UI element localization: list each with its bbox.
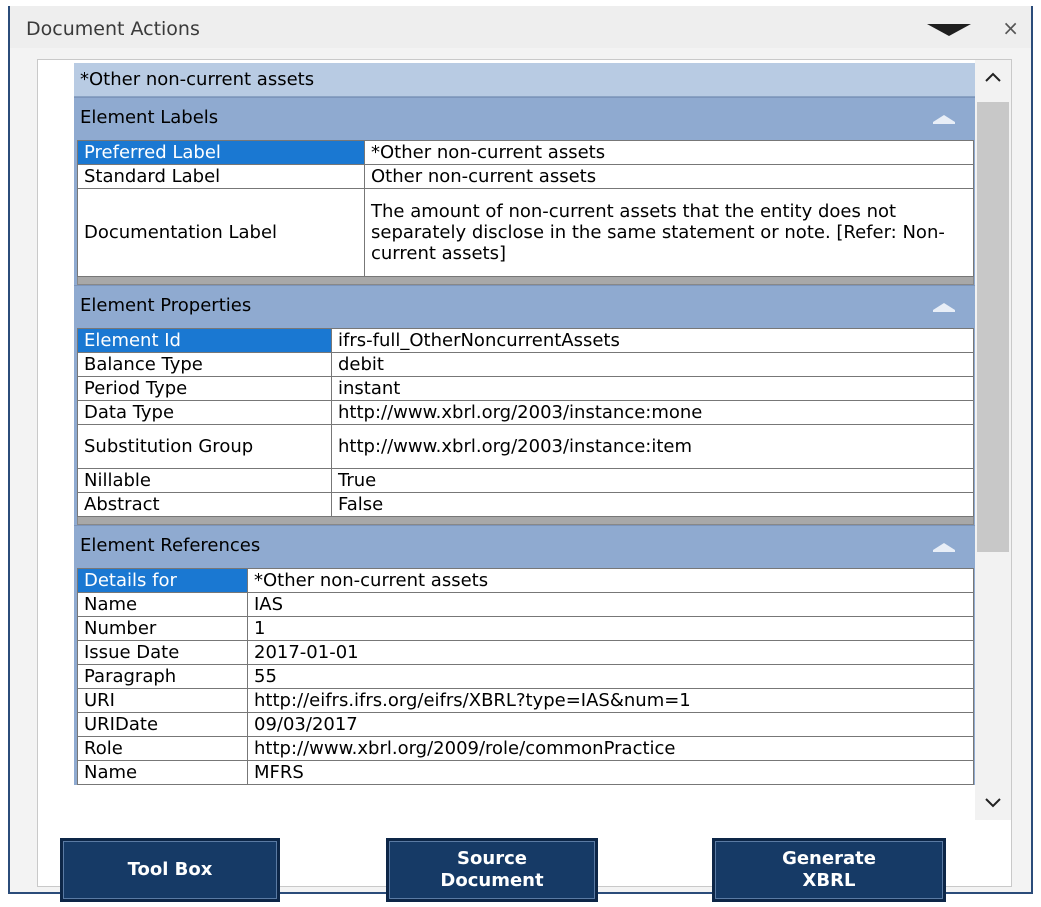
chevron-up-icon[interactable] bbox=[985, 72, 1001, 82]
button-label-line1: Source bbox=[457, 848, 527, 869]
pane-title: Document Actions bbox=[26, 18, 200, 40]
row-value[interactable]: instant bbox=[331, 376, 974, 401]
button-label-line1: Generate bbox=[782, 848, 876, 869]
row-value[interactable]: debit bbox=[331, 352, 974, 377]
section-element-references[interactable]: Element References bbox=[74, 525, 977, 565]
row-key[interactable]: Balance Type bbox=[77, 352, 332, 377]
row-key[interactable]: Number bbox=[77, 616, 248, 641]
row-key[interactable]: Nillable bbox=[77, 468, 332, 493]
row-value[interactable]: 55 bbox=[247, 664, 974, 689]
row-value[interactable]: http://www.xbrl.org/2003/instance:item bbox=[331, 424, 974, 469]
properties-table-wrap: Element Id ifrs-full_OtherNoncurrentAsse… bbox=[74, 325, 977, 525]
row-key[interactable]: Issue Date bbox=[77, 640, 248, 665]
pane-titlebar: Document Actions × bbox=[10, 6, 1031, 48]
row-value[interactable]: http://www.xbrl.org/2003/instance:mone bbox=[331, 400, 974, 425]
collapse-up-icon[interactable] bbox=[933, 543, 955, 552]
table-row[interactable]: URIDate 09/03/2017 bbox=[77, 712, 974, 737]
section-element-properties[interactable]: Element Properties bbox=[74, 285, 977, 325]
details-scroll-area[interactable]: *Other non-current assets Element Labels… bbox=[74, 63, 977, 823]
row-value[interactable]: The amount of non-current assets that th… bbox=[364, 188, 974, 277]
scrollbar-thumb[interactable] bbox=[977, 102, 1009, 552]
row-value[interactable]: MFRS bbox=[247, 760, 974, 785]
chevron-down-icon[interactable] bbox=[985, 798, 1001, 808]
row-value[interactable]: False bbox=[331, 492, 974, 517]
source-document-button[interactable]: Source Document bbox=[386, 838, 598, 902]
button-label-line2: XBRL bbox=[802, 870, 856, 891]
row-value[interactable]: http://www.xbrl.org/2009/role/commonPrac… bbox=[247, 736, 974, 761]
row-key[interactable]: Abstract bbox=[77, 492, 332, 517]
row-key[interactable]: Data Type bbox=[77, 400, 332, 425]
row-value[interactable]: 2017-01-01 bbox=[247, 640, 974, 665]
table-row[interactable]: Role http://www.xbrl.org/2009/role/commo… bbox=[77, 736, 974, 761]
table-row[interactable]: Issue Date 2017-01-01 bbox=[77, 640, 974, 665]
table-row[interactable]: Number 1 bbox=[77, 616, 974, 641]
section-title: Element Labels bbox=[80, 107, 219, 128]
section-title: Element Properties bbox=[80, 295, 252, 316]
row-value[interactable]: IAS bbox=[247, 592, 974, 617]
table-scrollbar[interactable] bbox=[77, 517, 974, 525]
row-key[interactable]: Name bbox=[77, 760, 248, 785]
references-table: Details for *Other non-current assets Na… bbox=[77, 568, 974, 785]
button-label-line2: Document bbox=[440, 870, 544, 891]
table-row[interactable]: Documentation Label The amount of non-cu… bbox=[77, 188, 974, 277]
element-name-header: *Other non-current assets bbox=[74, 63, 977, 97]
row-key[interactable]: Role bbox=[77, 736, 248, 761]
row-key[interactable]: Paragraph bbox=[77, 664, 248, 689]
row-key[interactable]: URI bbox=[77, 688, 248, 713]
table-row[interactable]: Details for *Other non-current assets bbox=[77, 568, 974, 593]
table-row[interactable]: Standard Label Other non-current assets bbox=[77, 164, 974, 189]
table-row[interactable]: URI http://eifrs.ifrs.org/eifrs/XBRL?typ… bbox=[77, 688, 974, 713]
row-key[interactable]: Standard Label bbox=[77, 164, 365, 189]
row-key[interactable]: URIDate bbox=[77, 712, 248, 737]
table-row[interactable]: Abstract False bbox=[77, 492, 974, 517]
labels-table: Preferred Label *Other non-current asset… bbox=[77, 140, 974, 277]
row-value[interactable]: True bbox=[331, 468, 974, 493]
collapse-up-icon[interactable] bbox=[933, 115, 955, 124]
table-scrollbar[interactable] bbox=[77, 277, 974, 285]
tool-box-button[interactable]: Tool Box bbox=[60, 838, 280, 902]
row-value[interactable]: *Other non-current assets bbox=[247, 568, 974, 593]
section-element-labels[interactable]: Element Labels bbox=[74, 97, 977, 137]
table-row[interactable]: Name IAS bbox=[77, 592, 974, 617]
row-key[interactable]: Details for bbox=[77, 568, 248, 593]
row-key[interactable]: Preferred Label bbox=[77, 140, 365, 165]
generate-xbrl-button[interactable]: Generate XBRL bbox=[712, 838, 946, 902]
row-value[interactable]: http://eifrs.ifrs.org/eifrs/XBRL?type=IA… bbox=[247, 688, 974, 713]
row-value[interactable]: Other non-current assets bbox=[364, 164, 974, 189]
references-table-wrap: Details for *Other non-current assets Na… bbox=[74, 565, 977, 785]
table-row[interactable]: Name MFRS bbox=[77, 760, 974, 785]
chevron-down-icon[interactable] bbox=[927, 24, 971, 36]
button-label: Tool Box bbox=[127, 859, 213, 880]
row-key[interactable]: Period Type bbox=[77, 376, 332, 401]
table-row[interactable]: Nillable True bbox=[77, 468, 974, 493]
table-row[interactable]: Substitution Group http://www.xbrl.org/2… bbox=[77, 424, 974, 469]
document-actions-pane: Document Actions × *Other non-current as… bbox=[8, 6, 1033, 902]
collapse-up-icon[interactable] bbox=[933, 303, 955, 312]
row-key[interactable]: Substitution Group bbox=[77, 424, 332, 469]
vertical-scrollbar[interactable] bbox=[975, 60, 1011, 820]
table-row[interactable]: Preferred Label *Other non-current asset… bbox=[77, 140, 974, 165]
close-icon[interactable]: × bbox=[1002, 16, 1019, 40]
section-title: Element References bbox=[80, 535, 261, 556]
row-key[interactable]: Element Id bbox=[77, 328, 332, 353]
table-row[interactable]: Balance Type debit bbox=[77, 352, 974, 377]
labels-table-wrap: Preferred Label *Other non-current asset… bbox=[74, 137, 977, 285]
row-value[interactable]: 1 bbox=[247, 616, 974, 641]
element-details-panel: *Other non-current assets Element Labels… bbox=[37, 59, 1012, 902]
properties-table: Element Id ifrs-full_OtherNoncurrentAsse… bbox=[77, 328, 974, 517]
row-key[interactable]: Name bbox=[77, 592, 248, 617]
table-row[interactable]: Data Type http://www.xbrl.org/2003/insta… bbox=[77, 400, 974, 425]
table-row[interactable]: Element Id ifrs-full_OtherNoncurrentAsse… bbox=[77, 328, 974, 353]
table-row[interactable]: Paragraph 55 bbox=[77, 664, 974, 689]
row-value[interactable]: ifrs-full_OtherNoncurrentAssets bbox=[331, 328, 974, 353]
row-value[interactable]: 09/03/2017 bbox=[247, 712, 974, 737]
row-value[interactable]: *Other non-current assets bbox=[364, 140, 974, 165]
table-row[interactable]: Period Type instant bbox=[77, 376, 974, 401]
row-key[interactable]: Documentation Label bbox=[77, 188, 365, 277]
